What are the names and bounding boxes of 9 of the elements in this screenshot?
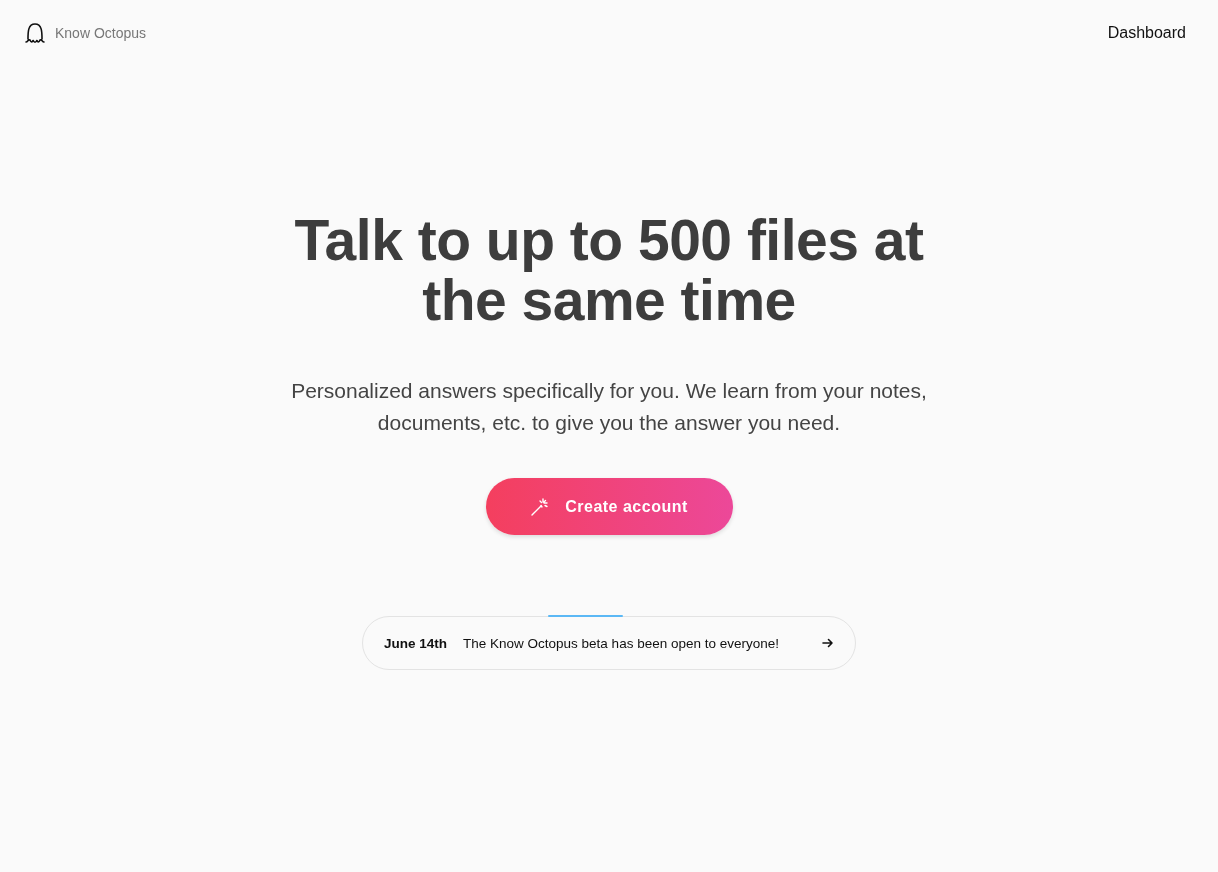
arrow-right-icon [822, 637, 834, 649]
dashboard-link[interactable]: Dashboard [1107, 24, 1186, 42]
hero-title: Talk to up to 500 files at the same time [293, 210, 925, 330]
hero-subtitle: Personalized answers specifically for you. We learn from your notes, documents, etc. to give you the answer you need. [290, 378, 928, 436]
octopus-logo-icon [24, 22, 46, 44]
brand-name[interactable]: Know Octopus [55, 25, 147, 41]
create-account-button[interactable]: Create account [485, 478, 733, 535]
magic-wand-icon [530, 496, 551, 517]
announcement-banner[interactable]: June 14th The Know Octopus beta has been open to everyone! [362, 616, 856, 670]
